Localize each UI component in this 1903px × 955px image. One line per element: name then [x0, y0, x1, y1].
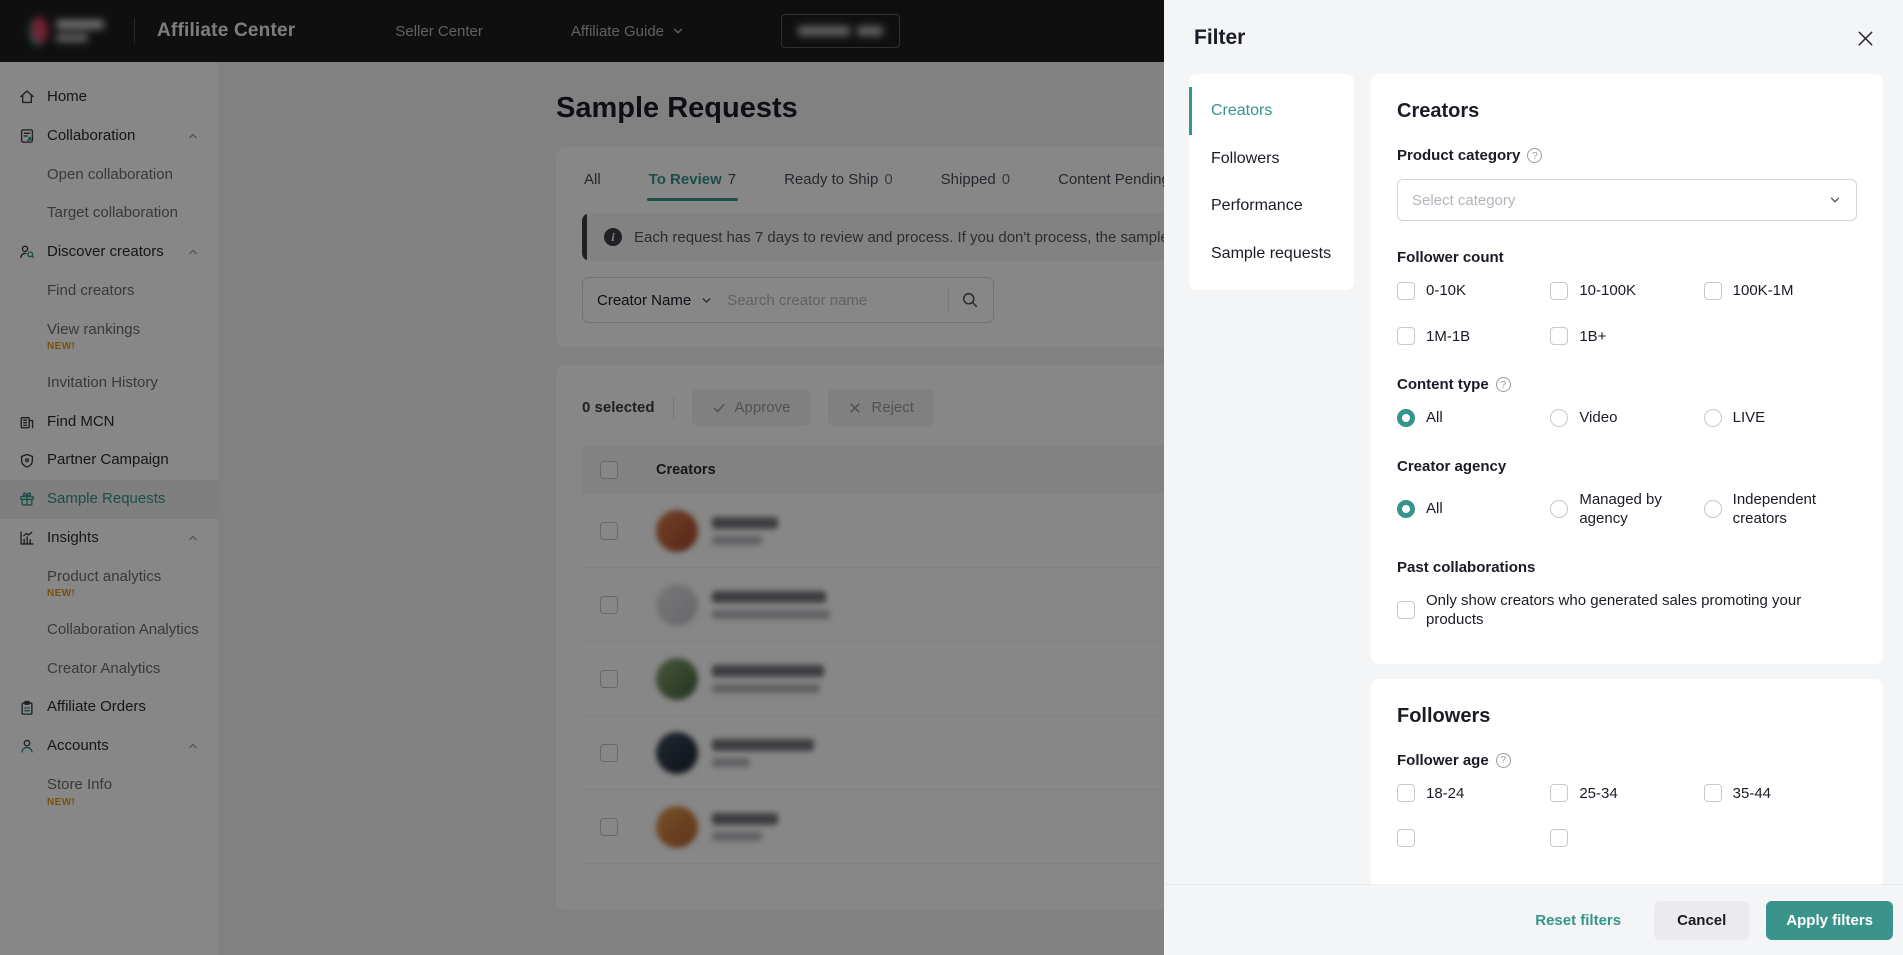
- follower-count-1m-1b[interactable]: 1M-1B: [1397, 327, 1550, 347]
- checkbox: [1704, 784, 1722, 802]
- checkbox: [1397, 601, 1415, 619]
- filter-header: Filter: [1164, 0, 1903, 68]
- creator-agency-options: AllManaged by agencyIndependent creators: [1397, 490, 1857, 529]
- filter-nav-performance[interactable]: Performance: [1189, 182, 1354, 230]
- product-category-label: Product category ?: [1397, 147, 1857, 164]
- follower-count-1b[interactable]: 1B+: [1550, 327, 1703, 347]
- checkbox: [1550, 282, 1568, 300]
- follower-count-options: 0-10K10-100K100K-1M 1M-1B1B+: [1397, 281, 1857, 346]
- content-type-options: AllVideoLIVE: [1397, 408, 1857, 428]
- follower-count-10-100k[interactable]: 10-100K: [1550, 281, 1703, 301]
- checkbox: [1550, 784, 1568, 802]
- creator-agency-label: Creator agency: [1397, 458, 1857, 475]
- follower-count-100k-1m[interactable]: 100K-1M: [1704, 281, 1857, 301]
- reset-filters-button[interactable]: Reset filters: [1535, 912, 1621, 929]
- follower-age-label: Follower age ?: [1397, 752, 1857, 769]
- checkbox: [1550, 327, 1568, 345]
- radio: [1397, 409, 1415, 427]
- radio: [1397, 500, 1415, 518]
- help-icon[interactable]: ?: [1496, 377, 1511, 392]
- follower-age-35-44[interactable]: 35-44: [1704, 784, 1857, 804]
- follower-age-option[interactable]: [1550, 829, 1703, 847]
- follower-count-label: Follower count: [1397, 249, 1857, 266]
- checkbox: [1550, 829, 1568, 847]
- filter-section-creators: Creators Product category ? Select categ…: [1371, 74, 1883, 664]
- chevron-down-icon: [1828, 193, 1842, 207]
- follower-count-0-10k[interactable]: 0-10K: [1397, 281, 1550, 301]
- filter-drawer: Filter CreatorsFollowersPerformanceSampl…: [1164, 0, 1903, 955]
- content-type-label: Content type ?: [1397, 376, 1857, 393]
- creator-agency-all[interactable]: All: [1397, 490, 1550, 529]
- followers-heading: Followers: [1397, 705, 1857, 728]
- cancel-button[interactable]: Cancel: [1654, 901, 1749, 940]
- apply-filters-button[interactable]: Apply filters: [1766, 901, 1893, 940]
- filter-body: CreatorsFollowersPerformanceSample reque…: [1164, 68, 1903, 955]
- product-category-select[interactable]: Select category: [1397, 179, 1857, 221]
- radio: [1550, 500, 1568, 518]
- creators-heading: Creators: [1397, 100, 1857, 123]
- screen: Affiliate Center Seller CenterAffiliate …: [0, 0, 1903, 955]
- creator-agency-managed-by-agency[interactable]: Managed by agency: [1550, 490, 1703, 529]
- checkbox: [1397, 784, 1415, 802]
- checkbox: [1397, 282, 1415, 300]
- follower-age-25-34[interactable]: 25-34: [1550, 784, 1703, 804]
- content-type-live[interactable]: LIVE: [1704, 408, 1857, 428]
- radio: [1550, 409, 1568, 427]
- filter-footer: Reset filters Cancel Apply filters: [1164, 885, 1903, 955]
- close-icon[interactable]: [1856, 29, 1875, 48]
- follower-age-18-24[interactable]: 18-24: [1397, 784, 1550, 804]
- filter-nav-sample-requests[interactable]: Sample requests: [1189, 230, 1354, 278]
- help-icon[interactable]: ?: [1496, 753, 1511, 768]
- content-type-video[interactable]: Video: [1550, 408, 1703, 428]
- radio: [1704, 409, 1722, 427]
- past-collaborations-label: Past collaborations: [1397, 559, 1857, 576]
- radio: [1704, 500, 1722, 518]
- creator-agency-independent-creators[interactable]: Independent creators: [1704, 490, 1857, 529]
- filter-title: Filter: [1194, 26, 1245, 50]
- checkbox: [1704, 282, 1722, 300]
- checkbox: [1397, 829, 1415, 847]
- follower-age-option[interactable]: [1397, 829, 1550, 847]
- past-collaborations-checkbox[interactable]: Only show creators who generated sales p…: [1397, 591, 1857, 630]
- help-icon[interactable]: ?: [1527, 148, 1542, 163]
- content-type-all[interactable]: All: [1397, 408, 1550, 428]
- filter-section-nav: CreatorsFollowersPerformanceSample reque…: [1189, 74, 1354, 290]
- checkbox: [1397, 327, 1415, 345]
- filter-nav-creators[interactable]: Creators: [1189, 87, 1354, 135]
- filter-sections: Creators Product category ? Select categ…: [1371, 74, 1883, 903]
- filter-section-followers: Followers Follower age ? 18-2425-3435-44: [1371, 679, 1883, 904]
- filter-nav-followers[interactable]: Followers: [1189, 135, 1354, 183]
- follower-age-options: 18-2425-3435-44: [1397, 784, 1857, 848]
